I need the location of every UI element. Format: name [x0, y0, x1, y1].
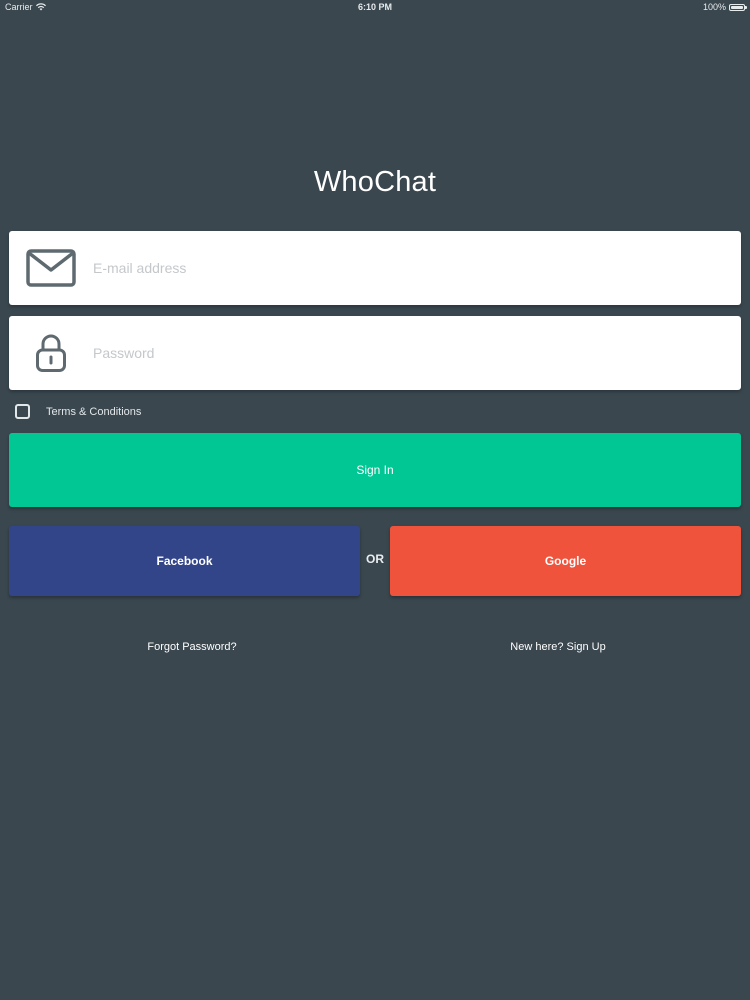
terms-label[interactable]: Terms & Conditions: [46, 406, 141, 418]
app-title: WhoChat: [313, 166, 437, 198]
status-bar: Carrier 6:10 PM 100%: [0, 0, 750, 14]
password-field[interactable]: [9, 316, 741, 390]
facebook-label: Facebook: [156, 554, 213, 568]
email-field[interactable]: [9, 231, 741, 305]
sign-in-button[interactable]: Sign In: [9, 433, 741, 507]
or-separator: OR: [366, 552, 384, 566]
sign-in-label: Sign In: [356, 463, 394, 477]
battery-label: 100%: [702, 2, 726, 12]
sign-up-link[interactable]: New here? Sign Up: [488, 641, 628, 653]
battery-indicator: 100%: [702, 2, 747, 12]
google-login-button[interactable]: Google: [390, 526, 741, 596]
battery-icon: [729, 3, 747, 11]
google-label: Google: [544, 554, 587, 568]
forgot-password-link[interactable]: Forgot Password?: [132, 641, 252, 653]
terms-checkbox[interactable]: [15, 404, 30, 419]
envelope-icon: [9, 231, 93, 305]
password-input[interactable]: [93, 345, 693, 361]
facebook-login-button[interactable]: Facebook: [9, 526, 360, 596]
lock-icon: [9, 316, 93, 390]
terms-checkbox-row[interactable]: Terms & Conditions: [15, 404, 141, 419]
email-input[interactable]: [93, 260, 693, 276]
status-time: 6:10 PM: [357, 2, 392, 12]
